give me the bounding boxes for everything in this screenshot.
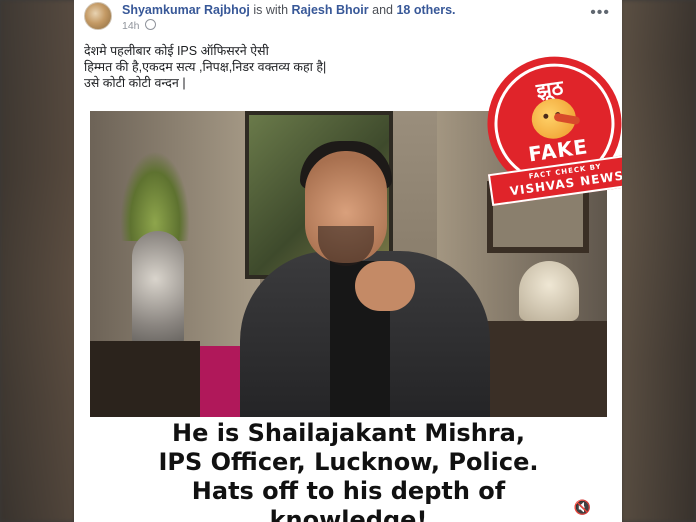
more-options-icon[interactable]: •••: [590, 4, 610, 22]
caption-line: knowledge!: [269, 506, 428, 522]
background-right: [621, 0, 696, 522]
author-avatar[interactable]: [84, 2, 112, 30]
caption-line: Hats off to his depth of: [191, 477, 506, 505]
post-text: देशमे पहलीबार कोई IPS ऑफिसरने ऐसी हिम्मत…: [84, 43, 326, 91]
chair: [200, 346, 240, 417]
person-hand: [355, 261, 415, 311]
post-author-line: Shyamkumar Rajbhoj is with Rajesh Bhoir …: [122, 3, 456, 17]
lamp: [519, 261, 579, 321]
post-time[interactable]: 14h: [122, 20, 140, 32]
post-header: Shyamkumar Rajbhoj is with Rajesh Bhoir …: [74, 0, 622, 34]
vase: [132, 231, 184, 351]
tagged-person[interactable]: Rajesh Bhoir: [292, 3, 369, 17]
with-text: is with: [253, 3, 289, 17]
post-text-line: देशमे पहलीबार कोई IPS ऑफिसरने ऐसी: [84, 44, 269, 58]
post-text-line: उसे कोटी कोटी वन्दन |: [84, 76, 186, 90]
cabinet-left: [90, 341, 200, 417]
globe-icon: [145, 19, 157, 30]
face-eye: [543, 113, 549, 120]
caption-line: IPS Officer, Lucknow, Police.: [158, 448, 539, 476]
post-meta: 14h: [122, 19, 157, 32]
video-caption: He is Shailajakant Mishra, IPS Officer, …: [90, 419, 607, 522]
caption-line: He is Shailajakant Mishra,: [172, 419, 525, 447]
post-text-line: हिम्मत की है,एकदम सत्य ,निपक्ष,निडर वक्त…: [84, 60, 327, 74]
speaker-mute-icon[interactable]: 🔇: [574, 499, 591, 516]
fake-stamp: झूठ FAKE FACT CHECK BY VISHVAS NEWS: [474, 42, 622, 211]
tagged-others-link[interactable]: 18 others.: [396, 3, 455, 17]
background-left: [0, 0, 75, 522]
facebook-post: Shyamkumar Rajbhoj is with Rajesh Bhoir …: [74, 0, 622, 522]
plant: [120, 151, 190, 241]
and-text: and: [372, 3, 393, 17]
author-name[interactable]: Shyamkumar Rajbhoj: [122, 3, 250, 17]
